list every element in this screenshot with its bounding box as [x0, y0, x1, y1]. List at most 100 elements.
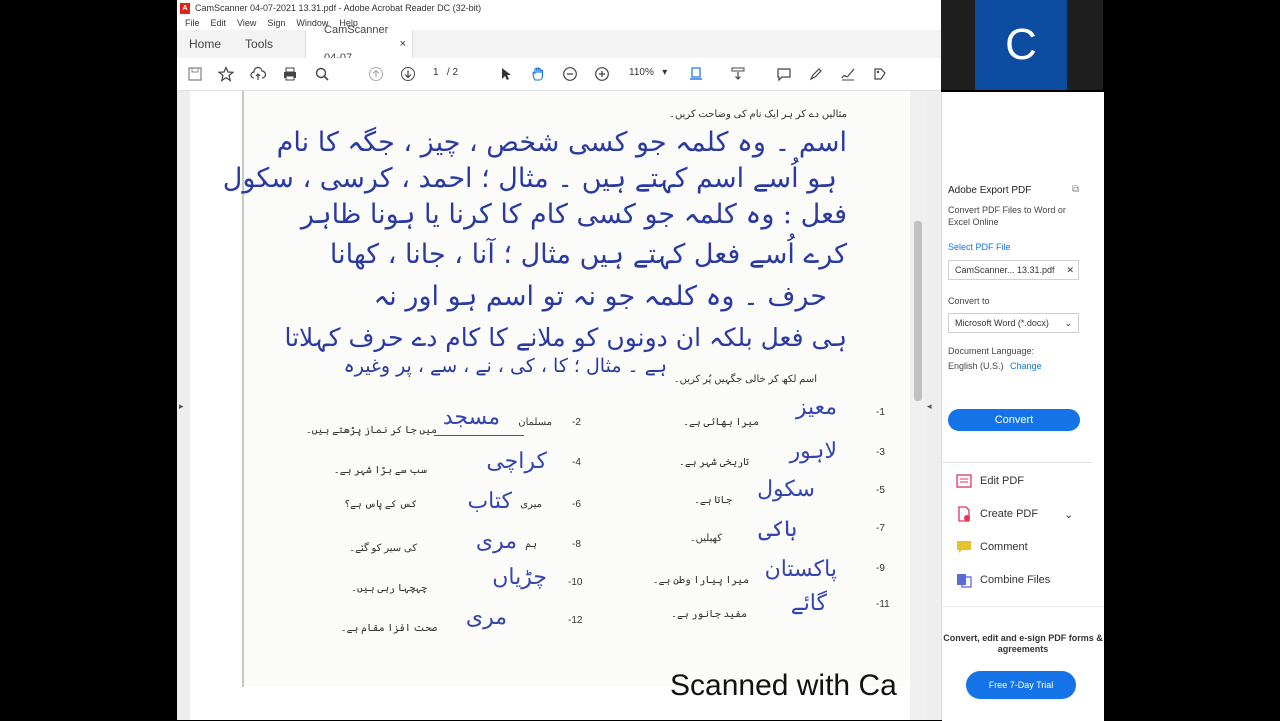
collapse-right-icon[interactable]: ◂ — [927, 401, 932, 412]
vertical-scrollbar[interactable] — [911, 91, 925, 720]
camscanner-watermark: Scanned with Ca — [670, 669, 897, 702]
save-icon[interactable] — [186, 65, 204, 83]
answer-3: لاہور — [789, 439, 837, 464]
item-number: -6 — [572, 499, 581, 510]
language-label: Document Language: — [948, 346, 1035, 356]
highlight-pen-icon[interactable] — [807, 65, 825, 83]
tool-label: Combine Files — [980, 574, 1051, 586]
more-tools-icon[interactable] — [871, 65, 889, 83]
tab-bar: Home Tools CamScanner 04-07... × — [177, 24, 941, 64]
toolbar: 1 / 2 110% ▾ — [177, 58, 941, 91]
item-number: -3 — [876, 447, 885, 458]
close-tab-icon[interactable]: × — [400, 30, 406, 58]
panel-title: Adobe Export PDF — [948, 185, 1032, 196]
chevron-down-icon: ▾ — [662, 67, 668, 78]
printed-after: میں جا کر نماز پڑھتے ہیں۔ — [305, 425, 437, 436]
upload-cloud-icon[interactable] — [249, 65, 267, 83]
answer-5: سکول — [757, 477, 815, 502]
previous-page-icon[interactable] — [367, 65, 385, 83]
tool-label: Edit PDF — [980, 475, 1025, 487]
tool-create-pdf[interactable]: Create PDF ⌄ — [956, 505, 1073, 523]
item-number: -4 — [572, 457, 581, 468]
selected-file-field[interactable]: CamScanner... 13.31.pdf ✕ — [948, 260, 1079, 280]
printed-after: مفید جانور ہے۔ — [671, 609, 747, 620]
sign-icon[interactable] — [839, 65, 857, 83]
zoom-in-icon[interactable] — [593, 65, 611, 83]
item-number: -10 — [568, 577, 583, 588]
panel-description: Convert PDF Files to Word or Excel Onlin… — [948, 205, 1066, 227]
zoom-out-icon[interactable] — [561, 65, 579, 83]
item-number: -9 — [876, 563, 885, 574]
tab-home[interactable]: Home — [177, 30, 233, 58]
language-row: English (U.S.) Change — [948, 361, 1042, 371]
page-fit-icon[interactable] — [687, 65, 705, 83]
promo-section: Convert, edit and e-sign PDF forms & agr… — [942, 606, 1104, 721]
copy-icon[interactable]: ⧉ — [1072, 184, 1079, 195]
file-name: CamScanner... 13.31.pdf — [955, 265, 1055, 275]
free-trial-button[interactable]: Free 7-Day Trial — [966, 671, 1076, 699]
next-page-icon[interactable] — [399, 65, 417, 83]
printed-after: میرا پیارا وطن ہے۔ — [652, 575, 749, 586]
hand-tool-icon[interactable] — [529, 65, 547, 83]
answer-8: مری — [475, 529, 517, 554]
tool-label: Comment — [980, 541, 1028, 553]
title-bar: A CamScanner 04-07-2021 13.31.pdf - Adob… — [177, 0, 941, 16]
printed-before: مسلمان — [518, 417, 552, 428]
item-number: -5 — [876, 485, 885, 496]
answer-4: کراچی — [486, 449, 547, 474]
format-select[interactable]: Microsoft Word (*.docx) ⌄ — [948, 313, 1079, 333]
printed-after: چہچہا رہی ہیں۔ — [351, 583, 427, 594]
scroll-mode-icon[interactable] — [729, 65, 747, 83]
handwriting-line-3: فعل : وہ کلمہ جو کسی کام کا کرنا یا ہونا… — [300, 199, 847, 230]
select-pdf-link[interactable]: Select PDF File — [948, 242, 1011, 252]
acrobat-logo-icon: A — [180, 2, 190, 14]
search-icon[interactable] — [313, 65, 331, 83]
scrollbar-thumb[interactable] — [914, 221, 922, 401]
printed-after: جاتا ہے۔ — [694, 495, 732, 506]
menu-file[interactable]: File — [182, 18, 203, 28]
tab-tools[interactable]: Tools — [233, 30, 285, 58]
chevron-down-icon[interactable]: ⌄ — [1064, 508, 1073, 521]
item-number: -11 — [876, 599, 890, 610]
answer-10: چڑیاں — [492, 565, 547, 590]
handwriting-line-7: ہے ۔ مثال ؛ کا ، کی ، نے ، سے ، پر وغیرہ — [343, 355, 667, 377]
clear-file-icon[interactable]: ✕ — [1066, 265, 1074, 276]
comment-icon — [957, 541, 971, 553]
print-icon[interactable] — [281, 65, 299, 83]
tool-combine-files[interactable]: Combine Files — [956, 571, 1050, 589]
answer-12: مری — [465, 605, 507, 630]
item-number: -8 — [572, 539, 581, 550]
question-heading: مثالیں دے کر ہر ایک نام کی وضاحت کریں۔ — [669, 109, 847, 120]
convert-button[interactable]: Convert — [948, 409, 1080, 431]
scanned-paper: مثالیں دے کر ہر ایک نام کی وضاحت کریں۔ ا… — [223, 91, 907, 687]
language-value: English (U.S.) — [948, 361, 1004, 371]
comment-icon[interactable] — [775, 65, 793, 83]
select-cursor-icon[interactable] — [497, 65, 515, 83]
menu-sign[interactable]: Sign — [264, 18, 288, 28]
tab-document[interactable]: CamScanner 04-07... × — [305, 24, 414, 64]
star-icon[interactable] — [217, 65, 235, 83]
format-value: Microsoft Word (*.docx) — [955, 318, 1049, 328]
convert-to-label: Convert to — [948, 296, 990, 306]
printed-before: میری — [520, 499, 542, 510]
menu-view[interactable]: View — [234, 18, 259, 28]
page-indicator[interactable]: 1 / 2 — [433, 67, 458, 78]
document-area: ▸ مثالیں دے کر ہر ایک نام کی وضاحت کریں۔… — [177, 91, 941, 720]
change-language-link[interactable]: Change — [1010, 361, 1042, 371]
zoom-value: 110% — [629, 67, 654, 78]
collapse-left-icon[interactable]: ▸ — [179, 401, 184, 412]
handwriting-line-1: اسم ۔ وہ کلمہ جو کسی شخص ، چیز ، جگہ کا … — [276, 127, 847, 158]
menu-edit[interactable]: Edit — [208, 18, 230, 28]
tool-comment[interactable]: Comment — [956, 538, 1028, 556]
printed-after: کس کے پاس ہے؟ — [344, 499, 417, 510]
avatar: C — [975, 0, 1067, 90]
participant-tile: C — [941, 0, 1103, 90]
item-number: -7 — [876, 523, 885, 534]
section-heading: اسم لکھ کر خالی جگہیں پُر کریں۔ — [673, 374, 817, 385]
printed-before: ہم — [525, 539, 537, 550]
zoom-select[interactable]: 110% ▾ — [629, 67, 667, 78]
tool-edit-pdf[interactable]: Edit PDF — [956, 472, 1024, 490]
answer-9: پاکستان — [764, 557, 837, 582]
page-current[interactable]: 1 — [433, 67, 439, 78]
answer-7: ہاکی — [758, 517, 797, 542]
